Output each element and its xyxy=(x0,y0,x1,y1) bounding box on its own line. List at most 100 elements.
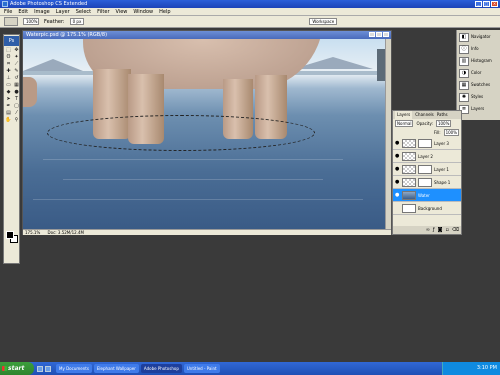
healing-brush-icon[interactable]: ✚ xyxy=(5,68,12,74)
hand-tool-icon[interactable]: ✋ xyxy=(5,117,12,123)
close-button[interactable]: × xyxy=(491,1,498,7)
app-title: Adobe Photoshop CS Extended xyxy=(10,1,88,7)
layers-panel: Layers Channels Paths Normal Opacity: 10… xyxy=(392,110,462,235)
panel-label-swatches: Swatches xyxy=(471,82,491,87)
link-layers-icon[interactable]: ∞ xyxy=(426,226,430,234)
clock[interactable]: 3:10 PM xyxy=(477,365,497,371)
tool-preset-picker[interactable] xyxy=(4,17,18,26)
menu-image[interactable]: Image xyxy=(34,8,50,15)
image-canvas[interactable] xyxy=(23,39,385,229)
document-scrollbar[interactable] xyxy=(385,39,391,229)
add-mask-icon[interactable]: ◙ xyxy=(438,226,443,234)
menu-bar: File Edit Image Layer Select Filter View… xyxy=(0,8,500,16)
doc-minimize-button[interactable] xyxy=(369,32,375,37)
eraser-tool-icon[interactable]: ▭ xyxy=(5,82,12,88)
crop-tool-icon[interactable]: ⌗ xyxy=(5,61,12,67)
menu-view[interactable]: View xyxy=(116,8,128,15)
taskbar-button[interactable]: Elephant Wallpaper xyxy=(93,364,139,373)
windows-flag-icon xyxy=(2,366,7,371)
layers-panel-footer: ∞ ƒ ◙ ▫ ⌫ xyxy=(393,226,461,234)
eyedropper-icon[interactable]: ⁄ xyxy=(13,110,20,116)
menu-filter[interactable]: Filter xyxy=(97,8,109,15)
blur-tool-icon[interactable]: ◆ xyxy=(5,89,12,95)
type-tool-icon[interactable]: T xyxy=(13,96,20,102)
layer-row[interactable]: ● Layer 2 xyxy=(393,150,461,163)
menu-help[interactable]: Help xyxy=(159,8,170,15)
opacity-input[interactable]: 100% xyxy=(435,120,452,127)
dodge-tool-icon[interactable]: ● xyxy=(13,89,20,95)
move-tool-icon[interactable]: ✥ xyxy=(13,47,20,53)
path-select-icon[interactable]: ➤ xyxy=(5,96,12,102)
doc-close-button[interactable] xyxy=(383,32,389,37)
layer-thumbnail xyxy=(402,164,416,174)
zoom-field[interactable]: 100% xyxy=(23,18,39,25)
layer-thumbnail xyxy=(402,190,416,200)
layer-row-selected[interactable]: ● Water xyxy=(393,189,461,202)
trash-icon[interactable]: ⌫ xyxy=(452,226,459,234)
status-zoom[interactable]: 175.1% xyxy=(25,230,40,235)
zoom-tool-icon[interactable]: ⚲ xyxy=(13,117,20,123)
visibility-eye-icon[interactable]: ● xyxy=(395,166,400,172)
water-ripple xyxy=(43,159,343,160)
visibility-eye-icon[interactable]: ● xyxy=(395,140,400,146)
color-icon[interactable]: ◑ xyxy=(459,69,469,78)
tab-channels[interactable]: Channels xyxy=(415,111,434,119)
menu-select[interactable]: Select xyxy=(76,8,91,15)
layer-row[interactable]: ● Layer 1 xyxy=(393,163,461,176)
lasso-tool-icon[interactable]: ʘ xyxy=(5,54,12,60)
tab-paths[interactable]: Paths xyxy=(437,111,448,119)
fill-label: Fill: xyxy=(433,130,441,135)
pen-tool-icon[interactable]: ✒ xyxy=(5,103,12,109)
maximize-button[interactable]: □ xyxy=(483,1,490,7)
menu-edit[interactable]: Edit xyxy=(18,8,28,15)
elliptical-selection[interactable] xyxy=(47,115,315,151)
menu-file[interactable]: File xyxy=(4,8,12,15)
quick-launch-icon[interactable] xyxy=(45,365,51,372)
document-window-controls xyxy=(369,32,389,37)
fill-input[interactable]: 100% xyxy=(443,129,459,136)
new-layer-icon[interactable]: ▫ xyxy=(446,226,449,234)
start-button[interactable]: start xyxy=(0,362,34,375)
visibility-eye-icon[interactable] xyxy=(395,206,400,211)
blend-mode-select[interactable]: Normal xyxy=(395,120,414,127)
visibility-eye-icon[interactable]: ● xyxy=(395,153,400,159)
menu-layer[interactable]: Layer xyxy=(56,8,70,15)
panel-label-layers: Layers xyxy=(471,106,485,111)
blend-row: Normal Opacity: 100% xyxy=(393,119,461,128)
add-style-icon[interactable]: ƒ xyxy=(433,226,435,234)
layer-row[interactable]: ● Layer 3 xyxy=(393,137,461,150)
history-brush-icon[interactable]: ↺ xyxy=(13,75,20,81)
histogram-icon[interactable]: ▥ xyxy=(459,57,469,66)
navigator-icon[interactable]: ◧ xyxy=(459,33,469,42)
doc-maximize-button[interactable] xyxy=(376,32,382,37)
app-title-bar: Adobe Photoshop CS Extended _ □ × xyxy=(0,0,500,8)
taskbar-button-active[interactable]: Adobe Photoshop xyxy=(140,364,182,373)
menu-window[interactable]: Window xyxy=(133,8,153,15)
magic-wand-icon[interactable]: ✦ xyxy=(13,54,20,60)
brush-tool-icon[interactable]: ✎ xyxy=(13,68,20,74)
foreground-color-swatch[interactable] xyxy=(6,231,14,239)
visibility-eye-icon[interactable]: ● xyxy=(395,179,400,185)
minimize-button[interactable]: _ xyxy=(475,1,482,7)
layer-row[interactable]: Background xyxy=(393,202,461,215)
styles-icon[interactable]: ✺ xyxy=(459,93,469,102)
layer-row[interactable]: ● Shape 1 xyxy=(393,176,461,189)
panel-label-styles: Styles xyxy=(471,94,484,99)
feather-input[interactable]: 0 px xyxy=(69,18,85,25)
shape-tool-icon[interactable]: ▢ xyxy=(13,103,20,109)
taskbar-button[interactable]: My Documents xyxy=(56,364,92,373)
swatches-icon[interactable]: ▦ xyxy=(459,81,469,90)
workspace-menu[interactable]: Workspace xyxy=(309,18,338,25)
layer-name: Layer 1 xyxy=(434,166,449,172)
layer-name: Water xyxy=(418,192,430,198)
info-icon[interactable]: ⓘ xyxy=(459,45,469,54)
tab-layers[interactable]: Layers xyxy=(395,111,413,119)
visibility-eye-icon[interactable]: ● xyxy=(395,192,400,198)
gradient-tool-icon[interactable]: ▦ xyxy=(13,82,20,88)
notes-tool-icon[interactable]: ▤ xyxy=(5,110,12,116)
clone-stamp-icon[interactable]: ⊥ xyxy=(5,75,12,81)
marquee-tool-icon[interactable]: ⬚ xyxy=(5,47,12,53)
quick-launch-icon[interactable] xyxy=(37,365,43,372)
taskbar-button[interactable]: Untitled - Paint xyxy=(183,364,220,373)
slice-tool-icon[interactable]: ⟋ xyxy=(13,61,20,67)
